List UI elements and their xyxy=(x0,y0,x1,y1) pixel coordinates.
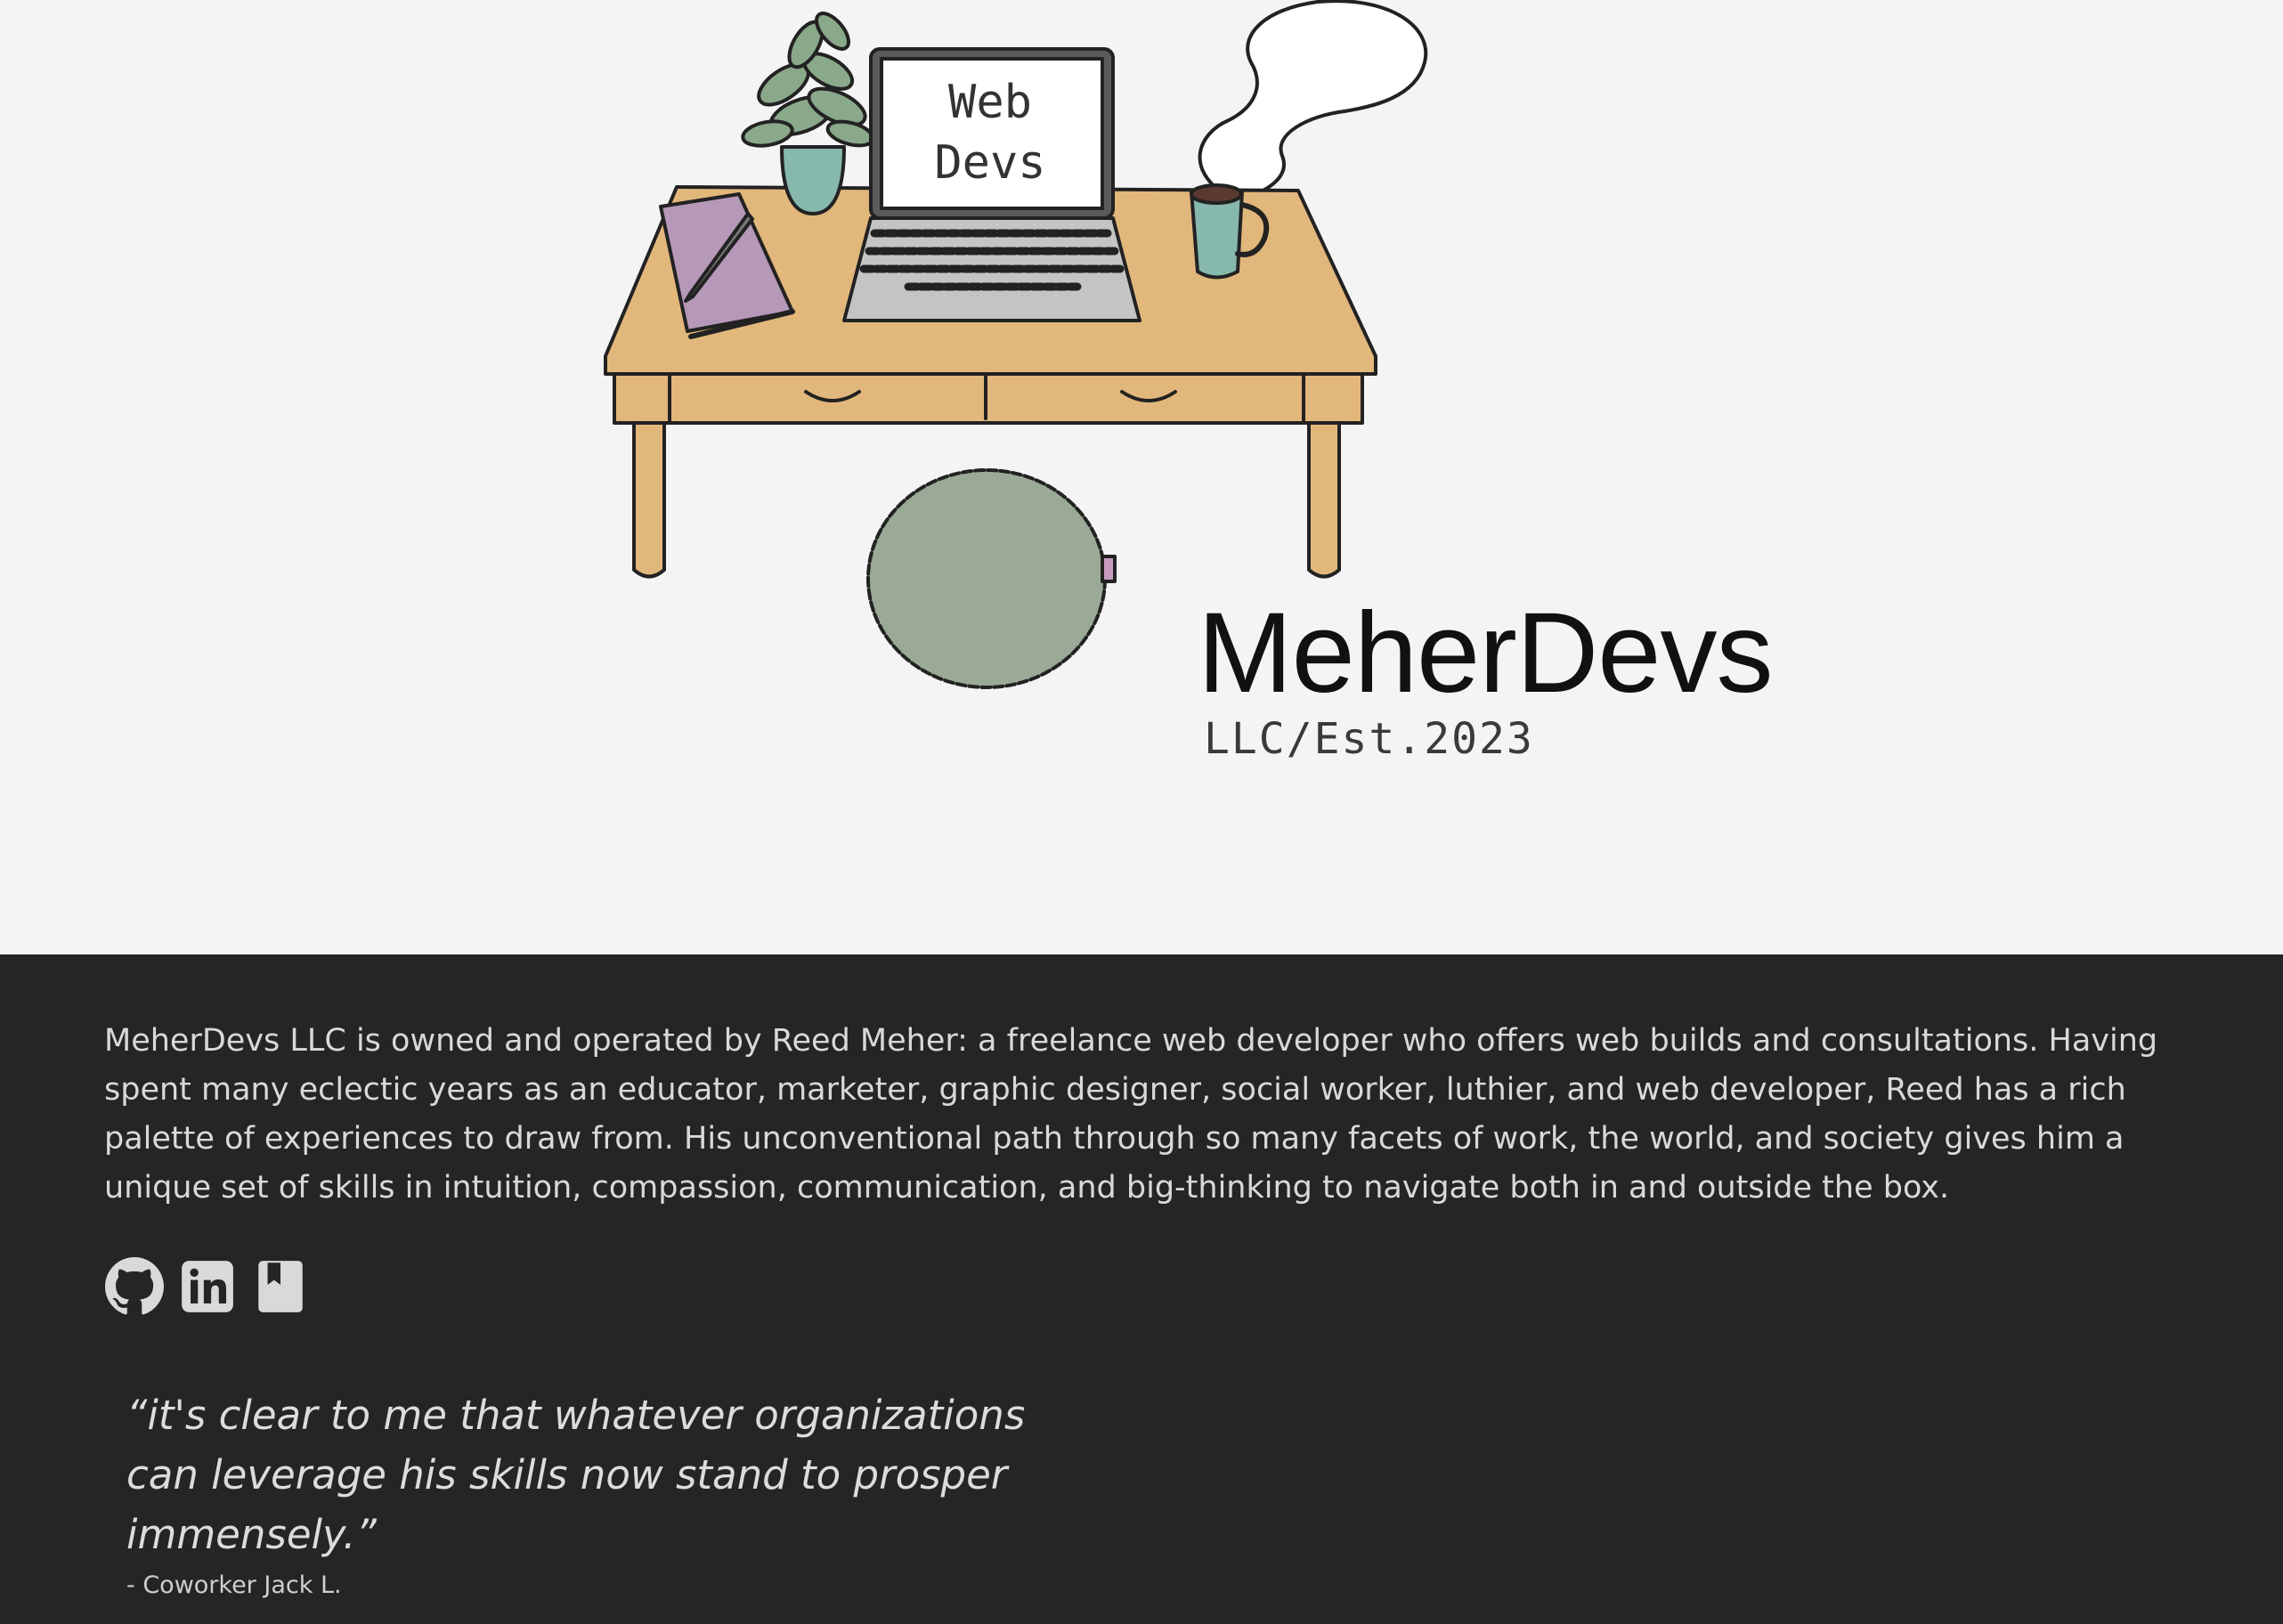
bookmark-link[interactable] xyxy=(251,1257,310,1316)
bookmark-icon xyxy=(258,1261,303,1312)
cushion xyxy=(866,468,1107,689)
testimonial: “it's clear to me that whatever organiza… xyxy=(126,1385,1035,1602)
brand-subtitle: LLC/Est.2023 xyxy=(1204,714,1534,764)
testimonial-attribution: - Coworker Jack L. xyxy=(126,1571,342,1599)
about-paragraph: MeherDevs LLC is owned and operated by R… xyxy=(104,1023,2158,1206)
desk-leg-left xyxy=(632,421,666,579)
desk-apron xyxy=(613,372,1364,425)
hero-banner: Web Devs MeherDevs LLC/Est.2023 xyxy=(0,0,2283,954)
github-icon xyxy=(105,1257,164,1315)
testimonial-quote: “it's clear to me that whatever organiza… xyxy=(126,1392,1026,1558)
linkedin-icon xyxy=(182,1261,233,1312)
laptop-screen-line1: Web xyxy=(948,76,1032,129)
github-link[interactable] xyxy=(105,1257,164,1316)
brand-name: MeherDevs xyxy=(1198,589,1773,717)
laptop-screen-line2: Devs xyxy=(934,136,1045,190)
linkedin-link[interactable] xyxy=(178,1257,237,1316)
about-section: MeherDevs LLC is owned and operated by R… xyxy=(0,954,2283,1624)
desk-illustration: Web Devs xyxy=(604,0,1428,689)
steam-icon xyxy=(1198,0,1428,199)
desk-leg-right xyxy=(1307,421,1341,579)
social-links xyxy=(105,1257,310,1316)
